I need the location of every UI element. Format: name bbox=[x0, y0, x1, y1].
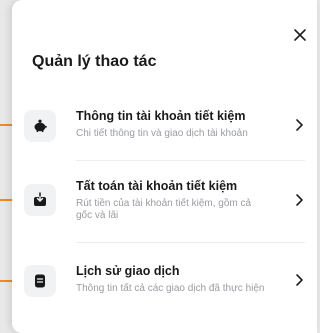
close-icon[interactable] bbox=[291, 26, 309, 44]
item-title: Tất toán tài khoản tiết kiệm bbox=[76, 179, 238, 193]
menu-item-transaction-history[interactable]: Lịch sử giao dịch Thông tin tất cả các g… bbox=[24, 263, 317, 303]
action-management-panel: Quản lý thao tác Thông tin tài khoản tiế… bbox=[12, 0, 317, 333]
item-description: Rút tiền của tài khoản tiết kiệm, gồm cả… bbox=[76, 198, 252, 221]
divider bbox=[76, 160, 305, 161]
item-title: Lịch sử giao dịch bbox=[76, 264, 180, 278]
withdraw-box-icon bbox=[24, 184, 56, 216]
item-description: Chi tiết thông tin và giao dịch tài khoả… bbox=[76, 128, 248, 139]
item-title: Thông tin tài khoản tiết kiệm bbox=[76, 109, 246, 123]
menu-item-account-info[interactable]: Thông tin tài khoản tiết kiệm Chi tiết t… bbox=[24, 108, 317, 148]
history-list-icon bbox=[24, 265, 56, 297]
panel-title: Quản lý thao tác bbox=[32, 53, 157, 70]
item-description: Thông tin tất cả các giao dịch đã thực h… bbox=[76, 283, 265, 294]
menu-item-settle-account[interactable]: Tất toán tài khoản tiết kiệm Rút tiền củ… bbox=[24, 178, 317, 228]
chevron-right-icon bbox=[296, 194, 303, 206]
chevron-right-icon bbox=[296, 119, 303, 131]
piggy-bank-icon bbox=[24, 110, 56, 142]
divider bbox=[76, 242, 305, 243]
chevron-right-icon bbox=[296, 274, 303, 286]
